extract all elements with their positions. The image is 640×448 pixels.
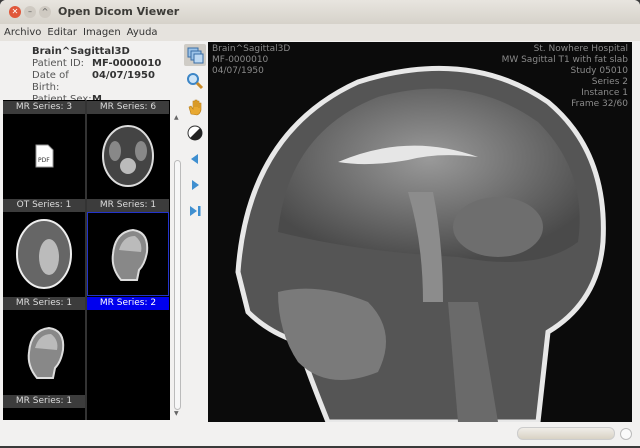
title-bar: ✕ – ^ Open Dicom Viewer: [0, 0, 640, 24]
thumbnail-scrollbar[interactable]: ▲ ▼: [172, 100, 183, 420]
image-viewer[interactable]: Brain^Sagittal3D MF-0000010 04/07/1950 S…: [208, 42, 632, 422]
thumbnail-image: [87, 114, 169, 198]
overlay-study: Study 05010: [570, 66, 628, 76]
toolbar: [184, 44, 206, 226]
patient-id-label: Patient ID:: [32, 58, 85, 69]
last-icon[interactable]: [184, 200, 206, 222]
layout-icon[interactable]: [184, 44, 206, 66]
pan-hand-icon[interactable]: [184, 96, 206, 118]
window-title: Open Dicom Viewer: [58, 5, 180, 18]
thumbnail-label: OT Series: 1: [3, 199, 85, 212]
thumbnail-label: MR Series: 1: [87, 199, 169, 212]
zoom-icon[interactable]: [184, 70, 206, 92]
minimize-button[interactable]: –: [24, 6, 36, 18]
menu-editar[interactable]: Editar: [47, 24, 77, 41]
close-button[interactable]: ✕: [9, 6, 21, 18]
scroll-up-icon[interactable]: ▲: [174, 114, 179, 121]
previous-icon[interactable]: [184, 148, 206, 170]
thumbnail-label: MR Series: 3: [3, 101, 85, 114]
thumbnail-image: [3, 212, 85, 296]
thumbnail-label: MR Series: 2: [87, 297, 169, 310]
thumbnail-series[interactable]: PDF OT Series: 1: [3, 114, 85, 212]
app-window: ✕ – ^ Open Dicom Viewer Archivo Editar I…: [0, 0, 640, 446]
overlay-frame: Frame 32/60: [571, 99, 628, 109]
thumbnail-image: [87, 212, 169, 296]
thumbnail-series[interactable]: MR Series: 3: [3, 100, 85, 114]
patient-name: Brain^Sagittal3D: [32, 46, 130, 57]
thumbnail-image: PDF: [3, 114, 85, 198]
thumbnail-series[interactable]: MR Series: 1: [87, 114, 169, 212]
window-level-icon[interactable]: [184, 122, 206, 144]
sagittal-image: [111, 228, 149, 281]
dob-label: Date of Birth:: [32, 70, 69, 93]
overlay-series-desc: MW Sagittal T1 with fat slab: [501, 55, 628, 65]
dob: 04/07/1950: [92, 70, 155, 81]
thumbnail-label: MR Series: 6: [87, 101, 169, 114]
maximize-button[interactable]: ^: [39, 6, 51, 18]
column-divider: [85, 100, 87, 420]
thumbnail-series[interactable]: MR Series: 1: [3, 212, 85, 310]
axial-image: [16, 219, 72, 289]
scroll-down-icon[interactable]: ▼: [174, 410, 179, 417]
thumbnail-label: MR Series: 1: [3, 395, 85, 408]
resize-grip[interactable]: [620, 428, 632, 440]
overlay-institution: St. Nowhere Hospital: [533, 44, 628, 54]
thumbnail-label: MR Series: 1: [3, 297, 85, 310]
overlay-instance: Instance 1: [581, 88, 628, 98]
overlay-left: Brain^Sagittal3D MF-0000010 04/07/1950: [212, 44, 290, 77]
thumbnail-series[interactable]: MR Series: 2: [87, 212, 169, 310]
next-icon[interactable]: [184, 174, 206, 196]
scroll-thumb[interactable]: [174, 160, 181, 410]
series-thumbnails: MR Series: 3 MR Series: 6 PDF OT Series: 1M…: [3, 100, 170, 420]
menu-archivo[interactable]: Archivo: [4, 24, 41, 41]
sagittal-image: [27, 326, 65, 379]
pdf-file-icon: PDF: [35, 144, 54, 168]
axial-image: [102, 125, 154, 187]
menu-bar: Archivo Editar Imagen Ayuda: [0, 24, 640, 41]
overlay-series: Series 2: [591, 77, 628, 87]
thumbnail-series[interactable]: MR Series: 1: [3, 310, 85, 408]
overlay-right: St. Nowhere Hospital MW Sagittal T1 with…: [502, 44, 628, 110]
overlay-dob: 04/07/1950: [212, 66, 264, 76]
svg-text:PDF: PDF: [38, 157, 50, 164]
thumbnail-image: [3, 310, 85, 394]
patient-info: Brain^Sagittal3D Patient ID: MF-0000010 D…: [32, 46, 161, 106]
frame-slider[interactable]: [517, 427, 615, 440]
menu-imagen[interactable]: Imagen: [83, 24, 121, 41]
menu-ayuda[interactable]: Ayuda: [127, 24, 158, 41]
thumbnail-series[interactable]: MR Series: 6: [87, 100, 169, 114]
overlay-patient-name: Brain^Sagittal3D: [212, 44, 291, 54]
patient-id: MF-0000010: [92, 58, 162, 69]
status-bar: [0, 424, 640, 446]
overlay-patient-id: MF-0000010: [212, 55, 269, 65]
